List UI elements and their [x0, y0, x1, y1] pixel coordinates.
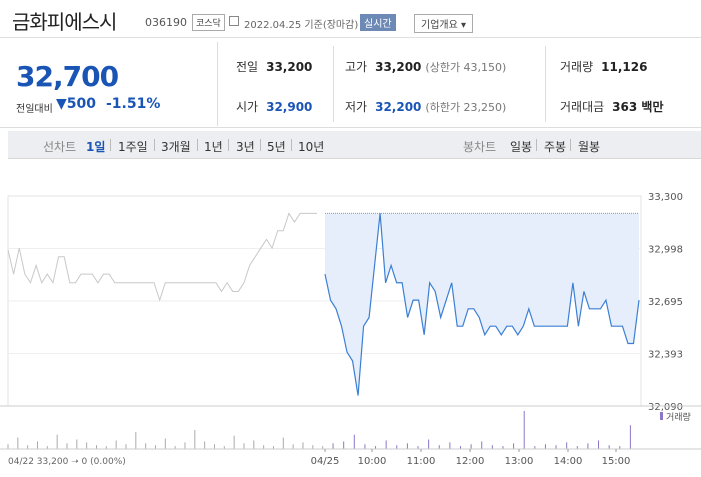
current-price-box: 32,700 전일대비 ▼500 -1.51%	[8, 42, 218, 126]
volume: 거래량 11,126	[560, 60, 648, 74]
y-tick-label: 32,393	[648, 350, 683, 361]
change-label: 전일대비	[16, 104, 53, 115]
x-tick-label: 11:00	[407, 456, 436, 467]
change-percent: -1.51%	[106, 96, 161, 112]
candle-chart-label: 봉차트	[463, 140, 497, 154]
low-price: 저가 32,200 (하한가 23,250)	[345, 100, 507, 114]
y-tick-label: 32,695	[648, 297, 683, 308]
tab-3m[interactable]: 3개월	[161, 138, 191, 155]
volume-legend-swatch	[660, 412, 663, 420]
high-price: 고가 33,200 (상한가 43,150)	[345, 60, 507, 74]
tab-5y[interactable]: 5년	[267, 138, 286, 155]
open-price: 시가 32,900	[236, 100, 313, 114]
stock-header: 금화피에스시 036190 코스닥 2022.04.25 기준(장마감) 실시간…	[0, 0, 701, 38]
price-chart: 33,300 32,998 32,695 32,393 32,090거래량 04/25 10…	[0, 192, 701, 467]
tab-10y[interactable]: 10년	[298, 138, 324, 155]
x-tick-label: 04/25	[311, 456, 340, 467]
prev-close: 전일 33,200	[236, 60, 313, 74]
change-value: ▼500	[56, 96, 97, 112]
chart-tabbar: 선차트 1일 1주일 3개월 1년 3년 5년 10년 봉차트 일봉 주봉 월봉	[8, 131, 701, 159]
calendar-icon	[229, 16, 239, 26]
tab-daily[interactable]: 일봉	[510, 138, 532, 155]
company-overview-dropdown[interactable]: 기업개요 ▾	[414, 14, 473, 33]
stock-name: 금화피에스시	[12, 10, 117, 34]
x-tick-label: 13:00	[505, 456, 534, 467]
y-tick-label: 32,090	[648, 402, 683, 413]
x-tick-label: 15:00	[602, 456, 631, 467]
x-tick-label: 10:00	[358, 456, 387, 467]
base-date: 2022.04.25 기준(장마감)	[244, 20, 359, 31]
series-prev-day	[7, 212, 317, 302]
prev-day-footer: 04/22 33,200 ➝ 0 (0.00%)	[8, 457, 126, 467]
area-today	[325, 213, 639, 396]
volume-legend-label: 거래량	[666, 411, 691, 423]
divider	[333, 46, 334, 122]
divider	[545, 46, 546, 122]
tab-1w[interactable]: 1주일	[118, 138, 148, 155]
stock-code: 036190	[145, 16, 187, 29]
x-tick-label: 12:00	[456, 456, 485, 467]
down-arrow-icon: ▼	[56, 96, 67, 112]
x-tick-label: 14:00	[554, 456, 583, 467]
current-price: 32,700	[16, 60, 119, 93]
tab-1y[interactable]: 1년	[204, 138, 223, 155]
tab-weekly[interactable]: 주봉	[544, 138, 566, 155]
realtime-button[interactable]: 실시간	[360, 14, 396, 31]
tab-3y[interactable]: 3년	[236, 138, 255, 155]
tab-1d[interactable]: 1일	[86, 138, 105, 155]
trade-amount: 거래대금 363 백만	[560, 100, 664, 114]
line-chart-label: 선차트	[43, 140, 77, 154]
market-badge: 코스닥	[192, 14, 225, 31]
y-tick-label: 32,998	[648, 245, 683, 256]
tab-monthly[interactable]: 월봉	[578, 138, 600, 155]
y-tick-label: 33,300	[648, 192, 683, 203]
